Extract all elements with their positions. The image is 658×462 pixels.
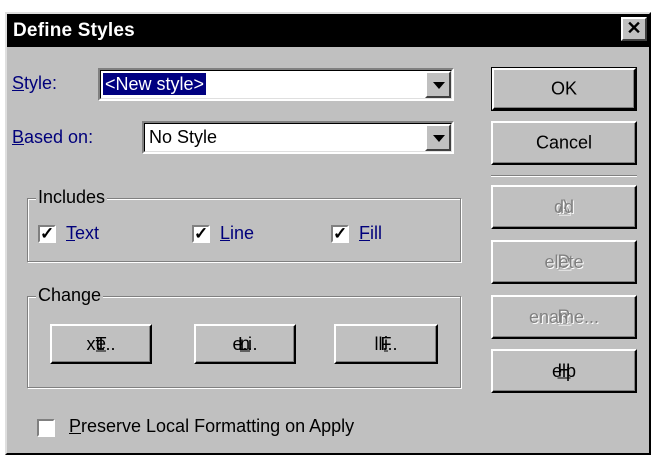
based-on-combo-value: No Style bbox=[149, 127, 218, 147]
chevron-down-icon[interactable] bbox=[425, 71, 451, 98]
change-line-button[interactable]: Li n e... bbox=[194, 324, 296, 364]
fill-checkbox[interactable]: ✓ bbox=[331, 225, 349, 243]
define-styles-dialog: Define Styles ✕ Style: <New style> Based… bbox=[5, 12, 651, 455]
change-group: Change Te xt... Li n e... Fi ll... bbox=[27, 285, 461, 388]
text-checkbox-label[interactable]: Text bbox=[66, 223, 99, 244]
title-bar: Define Styles ✕ bbox=[7, 14, 649, 47]
style-combo-value: <New style> bbox=[103, 73, 207, 95]
change-text-button[interactable]: Te xt... bbox=[50, 324, 152, 364]
ok-button[interactable]: OK bbox=[491, 67, 637, 111]
style-label: Style: bbox=[12, 73, 58, 93]
based-on-combo[interactable]: No Style bbox=[142, 121, 454, 154]
dialog-title: Define Styles bbox=[13, 20, 135, 41]
rename-button[interactable]: Rename... bbox=[491, 295, 637, 339]
line-checkbox-label[interactable]: Line bbox=[220, 223, 254, 244]
chevron-down-icon[interactable] bbox=[425, 124, 451, 151]
change-fill-button[interactable]: Fi ll... bbox=[334, 324, 438, 364]
change-group-title: Change bbox=[36, 285, 104, 306]
based-on-label: Based on: bbox=[12, 127, 94, 147]
delete-button[interactable]: Delete bbox=[491, 240, 637, 284]
includes-group-title: Includes bbox=[36, 187, 108, 208]
text-checkbox[interactable]: ✓ bbox=[38, 225, 56, 243]
close-button[interactable]: ✕ bbox=[621, 17, 647, 41]
add-button[interactable]: Add bbox=[491, 185, 637, 229]
help-button[interactable]: Help bbox=[491, 349, 637, 393]
preserve-formatting-checkbox[interactable] bbox=[37, 419, 55, 437]
cancel-button[interactable]: Cancel bbox=[491, 121, 637, 165]
preserve-formatting-label[interactable]: Preserve Local Formatting on Apply bbox=[69, 416, 354, 437]
includes-group: Includes ✓ Text ✓ Line ✓ Fill bbox=[27, 187, 461, 262]
button-separator bbox=[491, 175, 637, 177]
style-combo[interactable]: <New style> bbox=[98, 68, 454, 101]
fill-checkbox-label[interactable]: Fill bbox=[359, 223, 382, 244]
close-icon: ✕ bbox=[626, 18, 642, 38]
line-checkbox[interactable]: ✓ bbox=[192, 225, 210, 243]
